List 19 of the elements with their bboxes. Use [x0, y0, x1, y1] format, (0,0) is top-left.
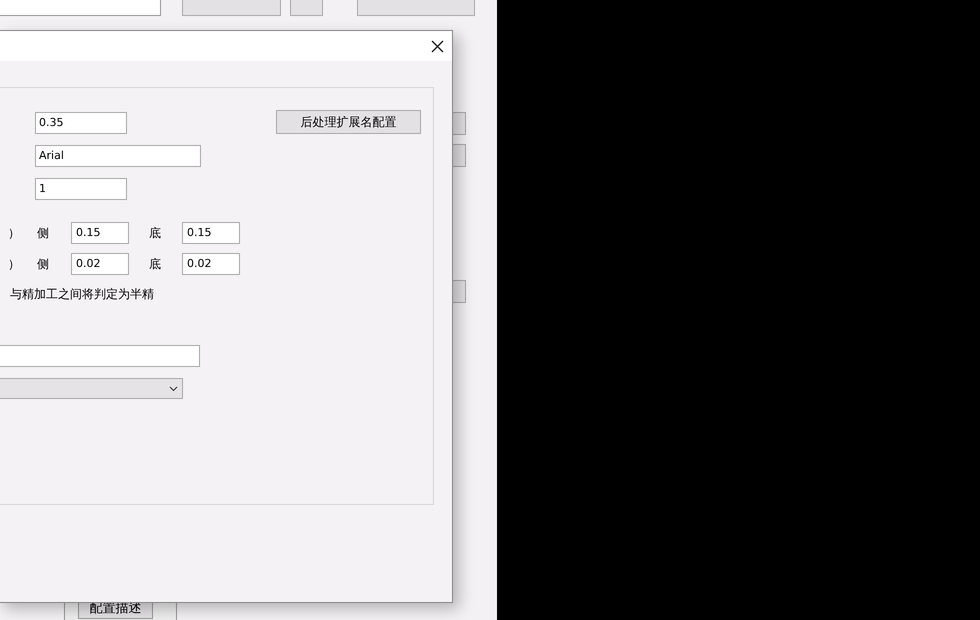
- text-field[interactable]: 0.35: [35, 112, 127, 134]
- chevron-down-icon: [169, 386, 178, 392]
- bottom-label: 底: [149, 256, 162, 273]
- note-text: 与精加工之间将判定为半精: [9, 286, 155, 303]
- bottom-label: 底: [149, 225, 162, 242]
- side-field[interactable]: 0.15: [71, 222, 129, 244]
- side-label: 侧: [37, 225, 50, 242]
- text-field[interactable]: 1: [35, 178, 127, 200]
- row-label: ）: [7, 225, 21, 242]
- bottom-field[interactable]: 0.15: [182, 222, 240, 244]
- extension-config-button[interactable]: 后处理扩展名配置: [276, 110, 421, 134]
- side-label: 侧: [37, 256, 50, 273]
- close-icon[interactable]: [430, 39, 444, 53]
- text-field[interactable]: [0, 345, 200, 367]
- side-field[interactable]: 0.02: [71, 253, 129, 275]
- dropdown[interactable]: [0, 378, 183, 399]
- bottom-field[interactable]: 0.02: [182, 253, 240, 275]
- row-label: ）: [7, 256, 21, 273]
- text-field[interactable]: Arial: [35, 145, 201, 167]
